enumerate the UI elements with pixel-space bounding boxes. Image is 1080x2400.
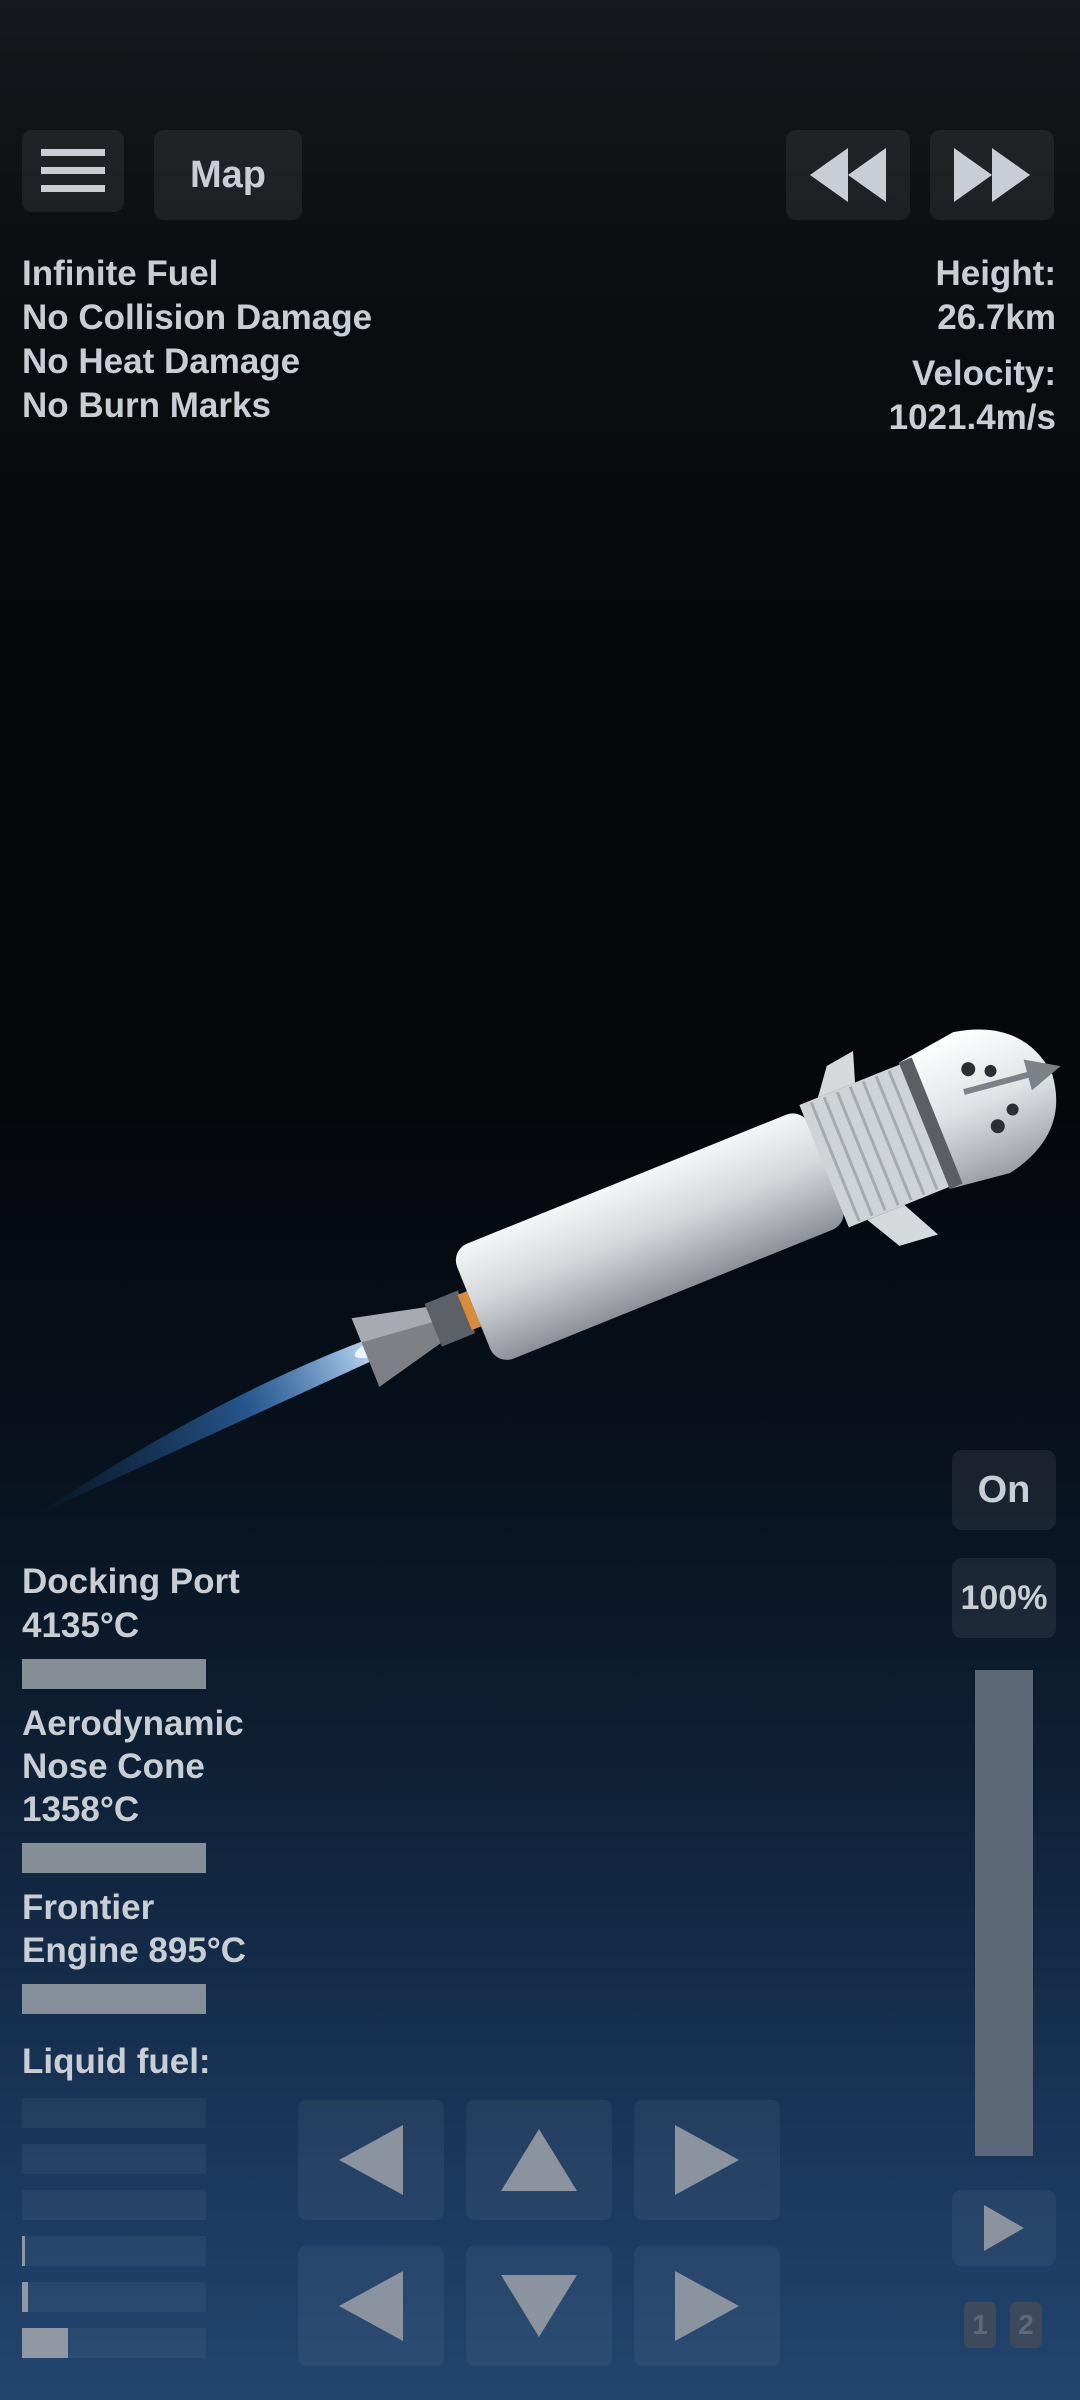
fuel-tank-slot bbox=[22, 2282, 206, 2312]
fuel-tank-fill bbox=[22, 2282, 28, 2312]
height-label: Height: bbox=[935, 254, 1056, 293]
heat-part-2-bar bbox=[22, 1843, 206, 1873]
velocity-label: Velocity: bbox=[912, 354, 1056, 393]
fuel-tank-fill bbox=[22, 2236, 25, 2266]
cheat-no-heat-damage: No Heat Damage bbox=[22, 342, 301, 381]
heat-part-1-temp: 4135°C bbox=[22, 1606, 140, 1645]
left-icon bbox=[339, 2271, 403, 2341]
heat-part-2-name: Aerodynamic bbox=[22, 1704, 244, 1743]
exhaust-plume bbox=[37, 1333, 393, 1515]
heat-part-3-name: Frontier bbox=[22, 1888, 155, 1927]
play-button[interactable] bbox=[952, 2190, 1056, 2266]
heat-part-1-name: Docking Port bbox=[22, 1562, 240, 1601]
height-value: 26.7km bbox=[937, 298, 1056, 337]
telemetry-panel: Height: 26.7km Velocity: 1021.4m/s bbox=[889, 252, 1056, 440]
heat-part-3-temp: Engine 895°C bbox=[22, 1931, 247, 1970]
throttle-fill bbox=[975, 1670, 1033, 2156]
rewind-button[interactable] bbox=[786, 130, 910, 220]
rotate-left-icon bbox=[339, 2125, 403, 2195]
fuel-tank-slot bbox=[22, 2144, 206, 2174]
right-icon bbox=[675, 2271, 739, 2341]
throttle-slider[interactable] bbox=[975, 1670, 1033, 2156]
left-button[interactable] bbox=[298, 2246, 444, 2366]
down-button[interactable] bbox=[466, 2246, 612, 2366]
rotate-left-button[interactable] bbox=[298, 2100, 444, 2220]
map-button[interactable]: Map bbox=[154, 130, 302, 220]
stage-1-button[interactable]: 1 bbox=[964, 2302, 996, 2348]
fast-forward-icon bbox=[954, 148, 1030, 202]
heat-part-3-bar bbox=[22, 1984, 206, 2014]
stage-2-button[interactable]: 2 bbox=[1010, 2302, 1042, 2348]
fuel-tank bbox=[455, 1113, 844, 1360]
play-icon bbox=[984, 2205, 1024, 2251]
fuel-tank-slot bbox=[22, 2236, 206, 2266]
cheat-no-burn-marks: No Burn Marks bbox=[22, 386, 271, 425]
cheat-no-collision-damage: No Collision Damage bbox=[22, 298, 373, 337]
throttle-label: 100% bbox=[960, 1578, 1048, 1617]
velocity-value: 1021.4m/s bbox=[888, 398, 1056, 437]
heat-part-2-temp: 1358°C bbox=[22, 1790, 140, 1829]
fast-forward-button[interactable] bbox=[930, 130, 1054, 220]
rotate-right-button[interactable] bbox=[634, 2100, 780, 2220]
rewind-icon bbox=[810, 148, 886, 202]
stage-1-label: 1 bbox=[972, 2309, 988, 2340]
fuel-tank-fill bbox=[22, 2328, 68, 2358]
liquid-fuel-label: Liquid fuel: bbox=[22, 2042, 211, 2081]
rotate-right-icon bbox=[675, 2125, 739, 2195]
engine-toggle-button[interactable]: On bbox=[952, 1450, 1056, 1530]
down-icon bbox=[501, 2275, 577, 2337]
map-label: Map bbox=[190, 153, 266, 196]
heat-part-2-name-2: Nose Cone bbox=[22, 1747, 205, 1786]
stage-2-label: 2 bbox=[1018, 2309, 1034, 2340]
cheat-infinite-fuel: Infinite Fuel bbox=[22, 254, 219, 293]
up-button[interactable] bbox=[466, 2100, 612, 2220]
fuel-tank-slot bbox=[22, 2190, 206, 2220]
throttle-max-button[interactable]: 100% bbox=[952, 1558, 1056, 1638]
up-icon bbox=[501, 2129, 577, 2191]
heat-part-1-bar bbox=[22, 1659, 206, 1689]
rocket-illustration bbox=[37, 1029, 1061, 1515]
right-button[interactable] bbox=[634, 2246, 780, 2366]
fuel-tank-slot bbox=[22, 2098, 206, 2128]
cheats-list: Infinite Fuel No Collision Damage No Hea… bbox=[22, 252, 372, 428]
menu-button[interactable] bbox=[22, 130, 124, 212]
hamburger-icon bbox=[41, 149, 105, 192]
engine-toggle-label: On bbox=[977, 1468, 1031, 1511]
